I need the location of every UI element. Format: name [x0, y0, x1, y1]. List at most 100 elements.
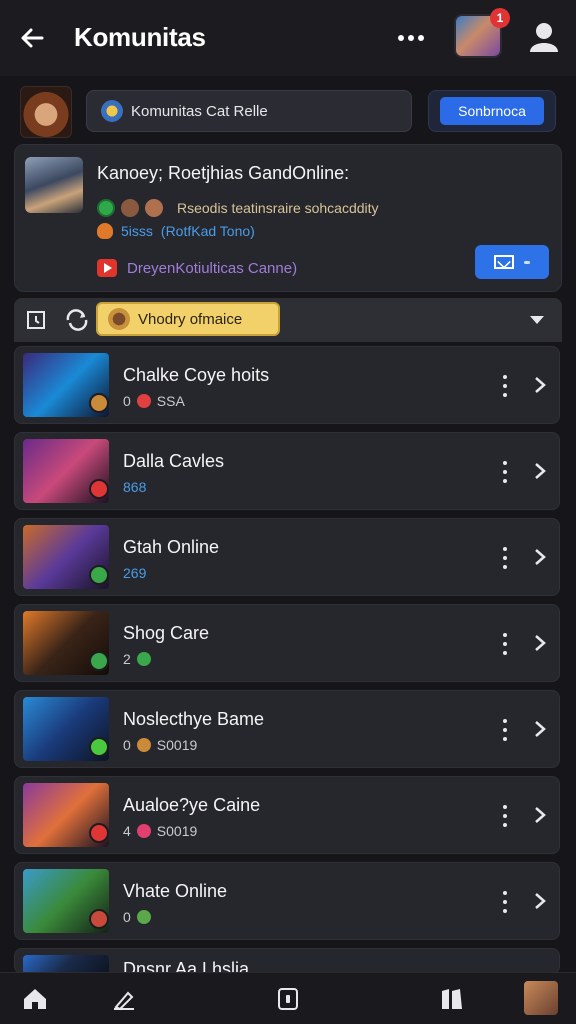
game-list-item[interactable]: Aualoe?ye Caine 4 S0019 [14, 776, 560, 854]
game-list-item[interactable]: Chalke Coye hoits 0 SSA [14, 346, 560, 424]
card-stat-count: 5isss [121, 223, 153, 239]
follow-button-container: Sonbrnoca [428, 90, 556, 132]
filter-chip-selected[interactable]: Vhodry ofmaice [96, 302, 280, 336]
item-more-icon[interactable] [503, 461, 507, 483]
chevron-right-icon[interactable] [533, 461, 547, 481]
filter-chip-label: Vhodry ofmaice [138, 310, 243, 328]
card-members-row: Rseodis teatinsraire sohcacddity [97, 199, 379, 217]
community-info-card: Kanoey; Roetjhias GandOnline: Rseodis te… [14, 144, 562, 292]
chevron-right-icon[interactable] [533, 547, 547, 567]
chevron-right-icon[interactable] [533, 375, 547, 395]
card-stat-label[interactable]: (RotfKad Tono) [161, 223, 255, 239]
community-avatar[interactable] [20, 86, 72, 138]
game-list-item[interactable]: Noslecthye Bame 0 S0019 [14, 690, 560, 768]
game-badge-icon [89, 479, 109, 499]
game-badge-icon [89, 737, 109, 757]
page-title: Komunitas [74, 22, 206, 52]
item-more-icon[interactable] [503, 633, 507, 655]
reaction-icon [136, 824, 151, 838]
dropdown-caret-icon[interactable] [530, 316, 544, 324]
profile-icon[interactable] [528, 20, 560, 54]
notification-badge: 1 [490, 8, 510, 28]
back-arrow-icon[interactable] [18, 24, 46, 52]
chevron-right-icon[interactable] [533, 891, 547, 911]
game-meta-count: 4 [123, 823, 131, 839]
item-more-icon[interactable] [503, 547, 507, 569]
game-meta-value: S0019 [156, 823, 198, 839]
game-meta-count: 269 [123, 565, 147, 581]
message-button[interactable] [475, 245, 549, 279]
game-meta: 868 [123, 479, 146, 495]
home-icon[interactable] [22, 987, 48, 1011]
chevron-right-icon[interactable] [533, 805, 547, 825]
game-title: Aualoe?ye Caine [123, 795, 261, 815]
game-title: Shog Care [123, 623, 210, 643]
game-meta: 2 [123, 651, 151, 667]
game-title: Noslecthye Bame [123, 709, 265, 729]
library-icon[interactable] [440, 987, 466, 1011]
item-more-icon[interactable] [503, 805, 507, 827]
item-more-icon[interactable] [503, 719, 507, 741]
card-title: Kanoey; Roetjhias GandOnline: [97, 163, 350, 183]
online-status-icon [97, 199, 115, 217]
game-badge-icon [89, 651, 109, 671]
history-icon[interactable] [24, 308, 48, 332]
game-meta: 269 [123, 565, 146, 581]
reaction-icon [136, 910, 151, 924]
game-meta-value: SSA [156, 393, 185, 409]
sync-icon[interactable] [64, 308, 90, 332]
filter-bar: Vhodry ofmaice [14, 298, 562, 342]
game-badge-icon [89, 823, 109, 843]
top-app-bar: Komunitas 1 [0, 0, 576, 76]
user-avatar[interactable] [524, 981, 558, 1015]
game-meta: 4 S0019 [123, 823, 197, 839]
game-title: Dalla Cavles [123, 451, 225, 471]
game-meta-value: S0019 [156, 737, 198, 753]
item-more-icon[interactable] [503, 375, 507, 397]
game-meta-count: 0 [123, 737, 131, 753]
bottom-navigation [0, 972, 576, 1024]
game-meta-count: 2 [123, 651, 131, 667]
game-title: Gtah Online [123, 537, 220, 557]
card-link-row[interactable]: DreyenKotiulticas Canne) [97, 259, 297, 277]
game-list-item[interactable]: Shog Care 2 [14, 604, 560, 682]
chip-game-icon [108, 308, 130, 330]
square-button-icon[interactable] [276, 987, 300, 1011]
card-description: Rseodis teatinsraire sohcacddity [177, 200, 379, 216]
game-logo-icon [101, 100, 123, 122]
game-badge-icon [89, 909, 109, 929]
game-list-item[interactable]: Vhate Online 0 [14, 862, 560, 940]
game-meta: 0 [123, 909, 151, 925]
member-avatar [121, 199, 139, 217]
game-meta: 0 SSA [123, 393, 185, 409]
edit-icon[interactable] [112, 987, 136, 1011]
chevron-right-icon[interactable] [533, 719, 547, 739]
card-stats-row: 5isss (RotfKad Tono) [97, 223, 255, 239]
game-meta-count: 868 [123, 479, 147, 495]
item-more-icon[interactable] [503, 891, 507, 913]
search-field[interactable]: Komunitas Cat Relle [86, 90, 412, 132]
game-meta: 0 S0019 [123, 737, 197, 753]
game-meta-count: 0 [123, 909, 131, 925]
chevron-right-icon[interactable] [533, 633, 547, 653]
game-title: Chalke Coye hoits [123, 365, 270, 385]
fire-icon [97, 223, 113, 239]
mail-icon [494, 255, 514, 269]
game-title: Vhate Online [123, 881, 228, 901]
follow-button[interactable]: Sonbrnoca [440, 97, 544, 125]
reaction-icon [136, 394, 151, 408]
reaction-icon [136, 652, 151, 666]
card-link-text[interactable]: DreyenKotiulticas Canne) [127, 260, 297, 277]
card-avatar [25, 157, 83, 213]
video-play-icon [97, 259, 117, 277]
search-text: Komunitas Cat Relle [131, 102, 268, 120]
game-list-item[interactable]: Dalla Cavles 868 [14, 432, 560, 510]
game-list-item[interactable]: Gtah Online 269 [14, 518, 560, 596]
dash-icon [524, 260, 530, 264]
reaction-icon [136, 738, 151, 752]
game-badge-icon [89, 393, 109, 413]
more-options-icon[interactable] [396, 28, 426, 48]
member-avatar [145, 199, 163, 217]
game-list-item[interactable]: Dnsnr Aa Lhslia [14, 948, 560, 979]
game-meta-count: 0 [123, 393, 131, 409]
